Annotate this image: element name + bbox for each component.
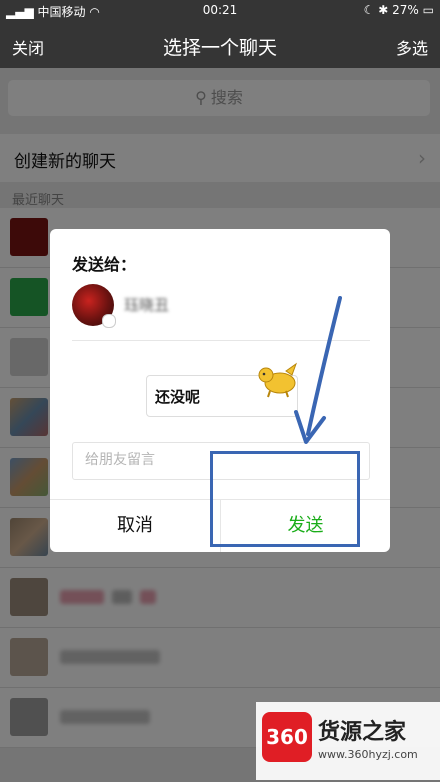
send-to-label: 发送给：	[72, 255, 137, 274]
battery-icon: ▭	[422, 3, 434, 17]
multi-select-button[interactable]: 多选	[396, 35, 428, 59]
recipient-avatar	[72, 284, 116, 328]
recipient-name: 珏晓丑	[124, 296, 170, 314]
watermark-brand: 货源之家	[318, 720, 407, 745]
moon-icon: ☾	[363, 3, 375, 17]
status-bar: ▂▄▆ 中国移动 ◠ 00:21 ☾ ✱ 27% ▭	[0, 0, 440, 22]
message-preview-text: 还没呢	[155, 388, 201, 406]
battery-percent: 27%	[392, 3, 419, 17]
watermark-logo: 360	[262, 712, 312, 762]
page-title: 选择一个聊天	[162, 37, 277, 59]
watermark-url: www.360hyzj.com	[318, 748, 418, 761]
cancel-button[interactable]: 取消	[50, 500, 220, 552]
annotation-highlight-box	[210, 451, 360, 547]
avatar-badge-icon	[102, 314, 116, 328]
sticker-icon	[258, 362, 298, 398]
divider	[72, 340, 370, 341]
watermark: 360 货源之家 www.360hyzj.com	[256, 702, 440, 780]
nav-bar: 关闭 选择一个聊天 多选	[0, 22, 440, 68]
bluetooth-icon: ✱	[378, 3, 389, 17]
